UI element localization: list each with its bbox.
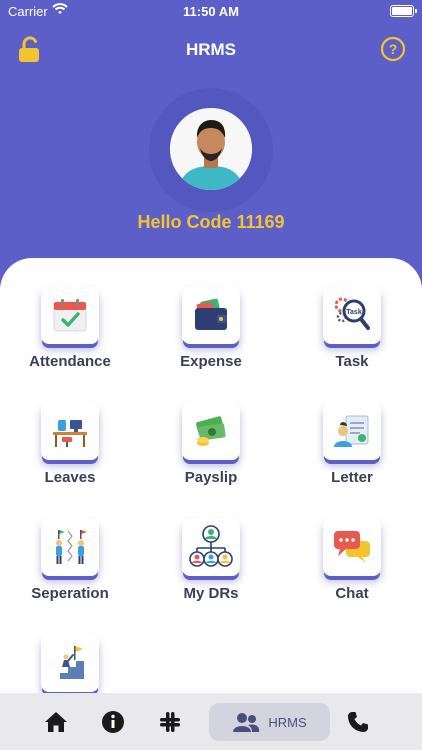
help-icon[interactable]: ? xyxy=(380,36,406,62)
menu-tile-my-drs[interactable]: My DRs xyxy=(141,518,281,618)
bottom-nav: HRMS xyxy=(0,693,422,750)
app-header: HRMS ? xyxy=(0,30,422,70)
menu-tile-task[interactable]: Task Task xyxy=(282,286,422,386)
menu-label: My DRs xyxy=(183,585,239,602)
document-person-icon xyxy=(323,402,381,460)
greeting-text: Hello Code 11169 xyxy=(137,212,285,232)
menu-tile-attendance[interactable]: Attendance xyxy=(0,286,140,386)
nav-hrms[interactable]: HRMS xyxy=(209,703,330,741)
task-search-icon: Task xyxy=(323,286,381,344)
menu-label: Payslip xyxy=(184,469,238,486)
menu-label: Leaves xyxy=(44,469,96,486)
menu-label: Letter xyxy=(331,469,373,486)
info-icon xyxy=(102,711,124,733)
separation-icon xyxy=(41,518,99,576)
svg-text:?: ? xyxy=(389,41,398,57)
nav-hrms-label: HRMS xyxy=(268,714,307,730)
nav-slack[interactable] xyxy=(150,703,190,741)
nav-phone[interactable] xyxy=(338,703,378,741)
money-icon xyxy=(182,402,240,460)
battery-icon xyxy=(390,5,417,17)
menu-tile-expense[interactable]: Expense xyxy=(141,286,281,386)
menu-label: Chat xyxy=(335,585,369,602)
calendar-check-icon xyxy=(41,286,99,344)
status-bar: Carrier 11:50 AM xyxy=(0,0,422,24)
menu-label: Task xyxy=(335,353,369,370)
menu-panel: Attendance Expense Task Task Leaves Pays… xyxy=(0,258,422,750)
menu-tile-leaves[interactable]: Leaves xyxy=(0,402,140,502)
avatar-photo xyxy=(170,108,252,190)
menu-tile-chat[interactable]: Chat xyxy=(282,518,422,618)
org-chart-icon xyxy=(182,518,240,576)
office-desk-icon xyxy=(41,402,99,460)
slack-icon xyxy=(160,712,180,732)
status-time: 11:50 AM xyxy=(183,4,239,19)
goal-flag-icon xyxy=(41,634,99,692)
avatar[interactable] xyxy=(170,108,252,190)
home-icon xyxy=(45,712,67,732)
svg-text:Task: Task xyxy=(346,309,362,316)
nav-home[interactable] xyxy=(36,703,76,741)
menu-tile-seperation[interactable]: Seperation xyxy=(0,518,140,618)
wallet-icon xyxy=(182,286,240,344)
menu-label: Expense xyxy=(180,353,242,370)
page-title: HRMS xyxy=(185,40,237,59)
menu-tile-payslip[interactable]: Payslip xyxy=(141,402,281,502)
chat-bubbles-icon xyxy=(323,518,381,576)
menu-label: Seperation xyxy=(31,585,109,602)
users-icon xyxy=(233,713,260,732)
menu-label: Attendance xyxy=(29,353,111,370)
nav-info[interactable] xyxy=(93,703,133,741)
phone-icon xyxy=(348,712,368,732)
menu-tile-letter[interactable]: Letter xyxy=(282,402,422,502)
